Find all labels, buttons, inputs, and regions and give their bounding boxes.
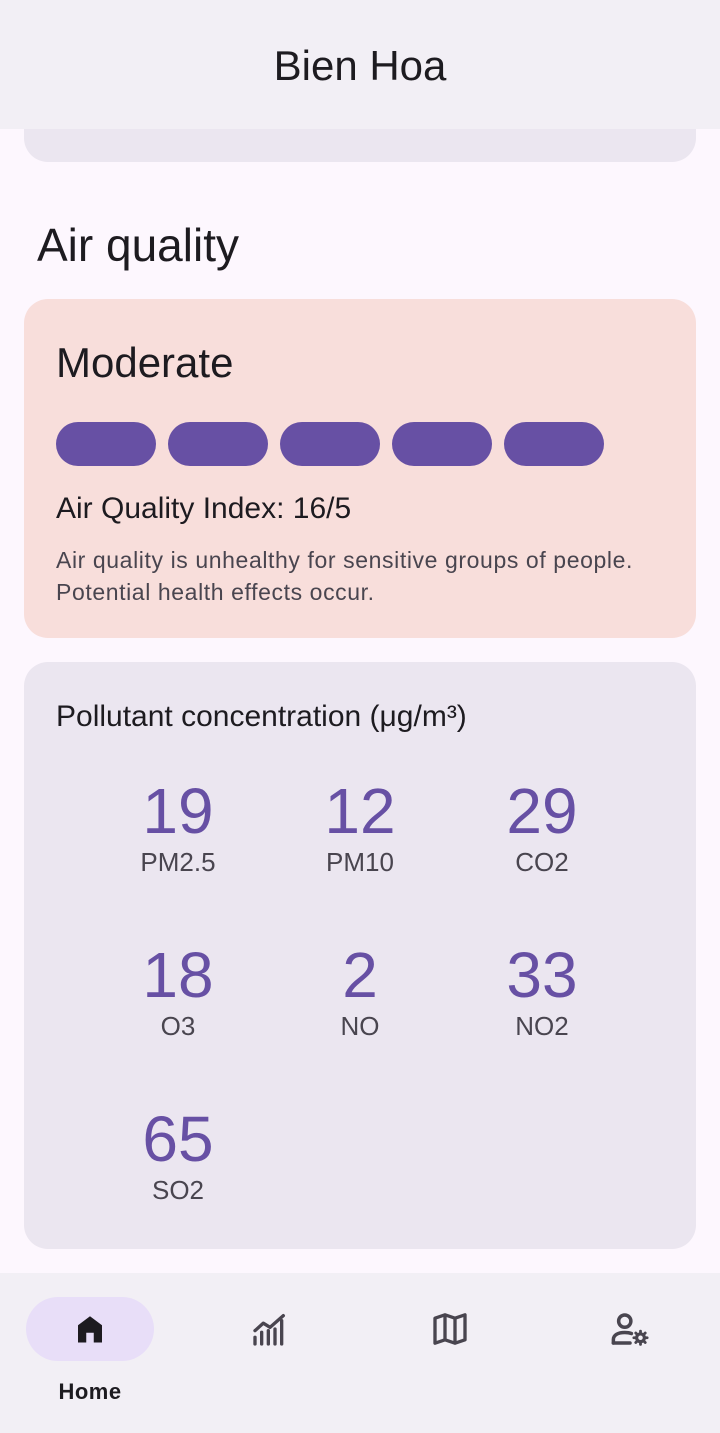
pollutant-name: NO2 [515,1011,569,1041]
aqi-level-segment [168,422,268,466]
map-icon [430,1309,470,1349]
pollutant-card: Pollutant concentration (μg/m³) 19 PM2.5… [24,662,696,1249]
pollutant-value: 33 [506,939,578,1011]
pollutant-item-no: 2 NO [269,939,451,1103]
pollutant-value: 12 [324,775,396,847]
nav-item-map[interactable] [360,1297,540,1417]
pollutant-name: PM2.5 [140,847,216,877]
pollutant-value: 18 [142,939,214,1011]
aqi-level-segment [56,422,156,466]
aqi-level-segment [504,422,604,466]
location-title: Bien Hoa [273,41,447,89]
aqi-level-segment [280,422,380,466]
aqi-index-text: Air Quality Index: 16/5 [56,492,352,525]
pollutant-name: CO2 [515,847,569,877]
pollutant-item-o3: 18 O3 [87,939,269,1103]
user-settings-icon [609,1308,651,1350]
pollutant-name: SO2 [151,1175,205,1205]
pollutant-heading: Pollutant concentration (μg/m³) [56,700,467,733]
pollutant-item-pm25: 19 PM2.5 [87,775,269,939]
home-icon [72,1311,108,1347]
aqi-level-segment [392,422,492,466]
pollutant-item-no2: 33 NO2 [451,939,633,1103]
chart-icon [250,1309,290,1349]
nav-item-label: Home [58,1379,122,1404]
pollutant-value: 29 [506,775,578,847]
pollutant-name: O3 [160,1011,196,1041]
pollutant-value: 19 [142,775,214,847]
pollutant-item-pm10: 12 PM10 [269,775,451,939]
pollutant-grid: 19 PM2.5 12 PM10 29 CO2 18 O3 2 NO 33 NO… [87,775,633,1267]
pollutant-item-so2: 65 SO2 [87,1103,269,1267]
nav-item-charts[interactable] [180,1297,360,1417]
top-app-bar: Bien Hoa [0,0,720,129]
nav-item-home[interactable]: Home [0,1297,180,1417]
app-screen: Bien Hoa Air quality Moderate Air Qualit… [0,0,720,1433]
aqi-level-meter [56,422,604,466]
pollutant-value: 65 [142,1103,214,1175]
pollutant-name: PM10 [326,847,394,877]
nav-active-indicator [26,1297,154,1361]
aqi-level-label: Moderate [56,339,234,386]
air-quality-section-title: Air quality [37,219,239,271]
nav-item-account-settings[interactable] [540,1297,720,1417]
pollutant-item-co2: 29 CO2 [451,775,633,939]
aqi-description: Air quality is unhealthy for sensitive g… [56,547,633,605]
bottom-navigation-bar: Home [0,1273,720,1433]
air-quality-card: Moderate Air Quality Index: 16/5 Air qua… [24,299,696,638]
pollutant-value: 2 [342,939,378,1011]
pollutant-name: NO [340,1011,380,1041]
